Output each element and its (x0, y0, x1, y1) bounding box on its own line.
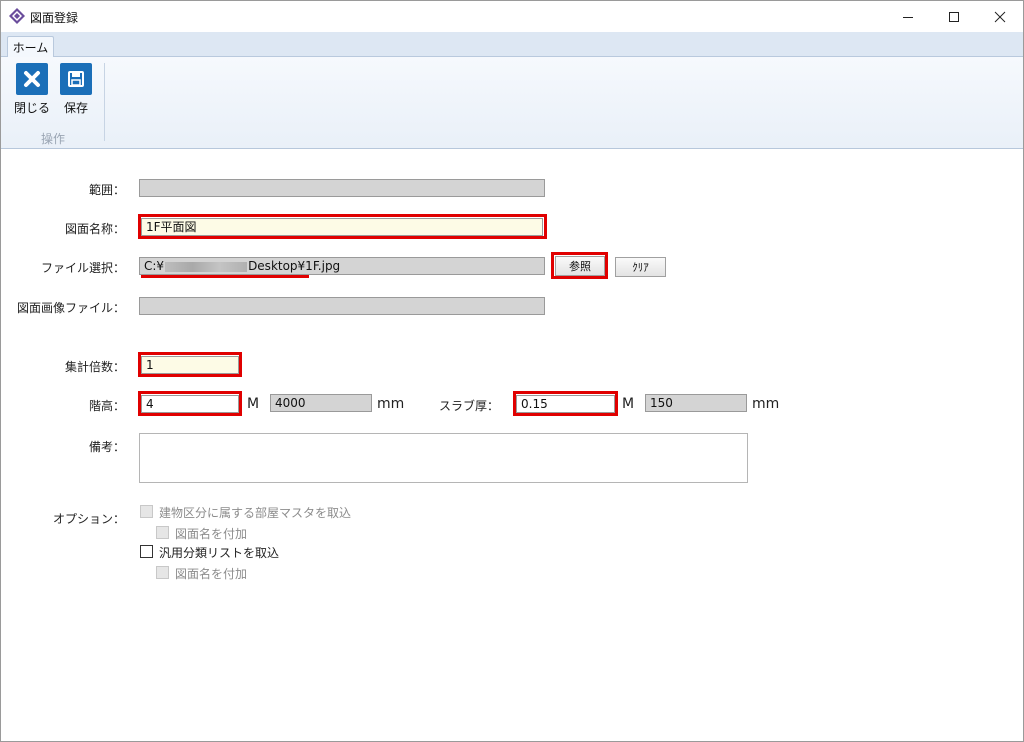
file-path-field: C:¥ Desktop¥1F.jpg (139, 257, 545, 275)
ribbon-tab-bar: ホーム (1, 32, 1023, 58)
redacted-path-segment (165, 261, 248, 272)
multiplier-label: 集計倍数： (64, 360, 125, 374)
window: 図面登録 ホーム 閉じる 保存 操作 範囲： 図面名称： 1F平面図 ファイル選… (0, 0, 1024, 742)
add-drawing-name-checkbox-1[interactable] (156, 526, 169, 539)
options-label: オプション： (52, 512, 125, 526)
range-field (139, 179, 545, 197)
save-button-label: 保存 (63, 101, 88, 115)
title-bar: 図面登録 (1, 1, 1023, 32)
floor-height-unit: M (247, 396, 260, 412)
add-drawing-name-checkbox-2[interactable] (156, 566, 169, 579)
ribbon-group-label: 操作 (41, 132, 66, 146)
file-path-suffix: Desktop¥1F.jpg (248, 259, 341, 273)
clear-button[interactable]: ｸﾘｱ (615, 257, 666, 277)
import-room-master-label: 建物区分に属する部屋マスタを取込 (159, 506, 352, 520)
minimize-button[interactable] (885, 1, 931, 32)
import-category-list-checkbox[interactable] (140, 545, 153, 558)
add-drawing-name-label-1: 図面名を付加 (175, 527, 248, 541)
maximize-button[interactable] (931, 1, 977, 32)
tab-home[interactable]: ホーム (7, 36, 54, 58)
browse-button-highlight (551, 252, 608, 279)
slab-mm-unit: mm (752, 396, 780, 412)
file-path-underline (141, 275, 309, 278)
ribbon: 閉じる 保存 操作 (1, 57, 1023, 149)
close-window-button[interactable] (977, 1, 1023, 32)
image-file-field (139, 297, 545, 315)
floor-height-highlight (138, 391, 242, 416)
save-button[interactable]: 保存 (57, 63, 95, 116)
slab-highlight (513, 391, 618, 416)
save-disk-icon (60, 63, 92, 95)
close-icon (994, 11, 1006, 22)
ribbon-group-separator (104, 63, 105, 141)
remarks-textarea[interactable] (139, 433, 748, 483)
floor-height-label: 階高： (88, 399, 125, 413)
slab-unit: M (622, 396, 635, 412)
image-file-label: 図面画像ファイル： (16, 301, 125, 315)
file-path-prefix: C:¥ (144, 259, 165, 273)
app-logo-icon (9, 8, 25, 24)
drawing-name-highlight (138, 214, 547, 239)
drawing-name-label: 図面名称： (64, 222, 125, 236)
file-select-label: ファイル選択： (40, 261, 125, 275)
multiplier-highlight (138, 352, 242, 377)
minimize-icon (903, 16, 913, 18)
close-button[interactable]: 閉じる (13, 63, 51, 116)
close-button-label: 閉じる (13, 101, 50, 115)
slab-mm-field: 150 (645, 394, 747, 412)
close-x-icon (16, 63, 48, 95)
range-label: 範囲： (88, 183, 125, 197)
remarks-label: 備考： (88, 440, 125, 454)
import-room-master-checkbox[interactable] (140, 505, 153, 518)
window-title: 図面登録 (30, 11, 79, 25)
add-drawing-name-label-2: 図面名を付加 (175, 567, 248, 581)
slab-label: スラブ厚： (438, 399, 499, 413)
import-category-list-label: 汎用分類リストを取込 (159, 546, 280, 560)
floor-height-mm-field: 4000 (270, 394, 372, 412)
maximize-icon (949, 11, 959, 22)
